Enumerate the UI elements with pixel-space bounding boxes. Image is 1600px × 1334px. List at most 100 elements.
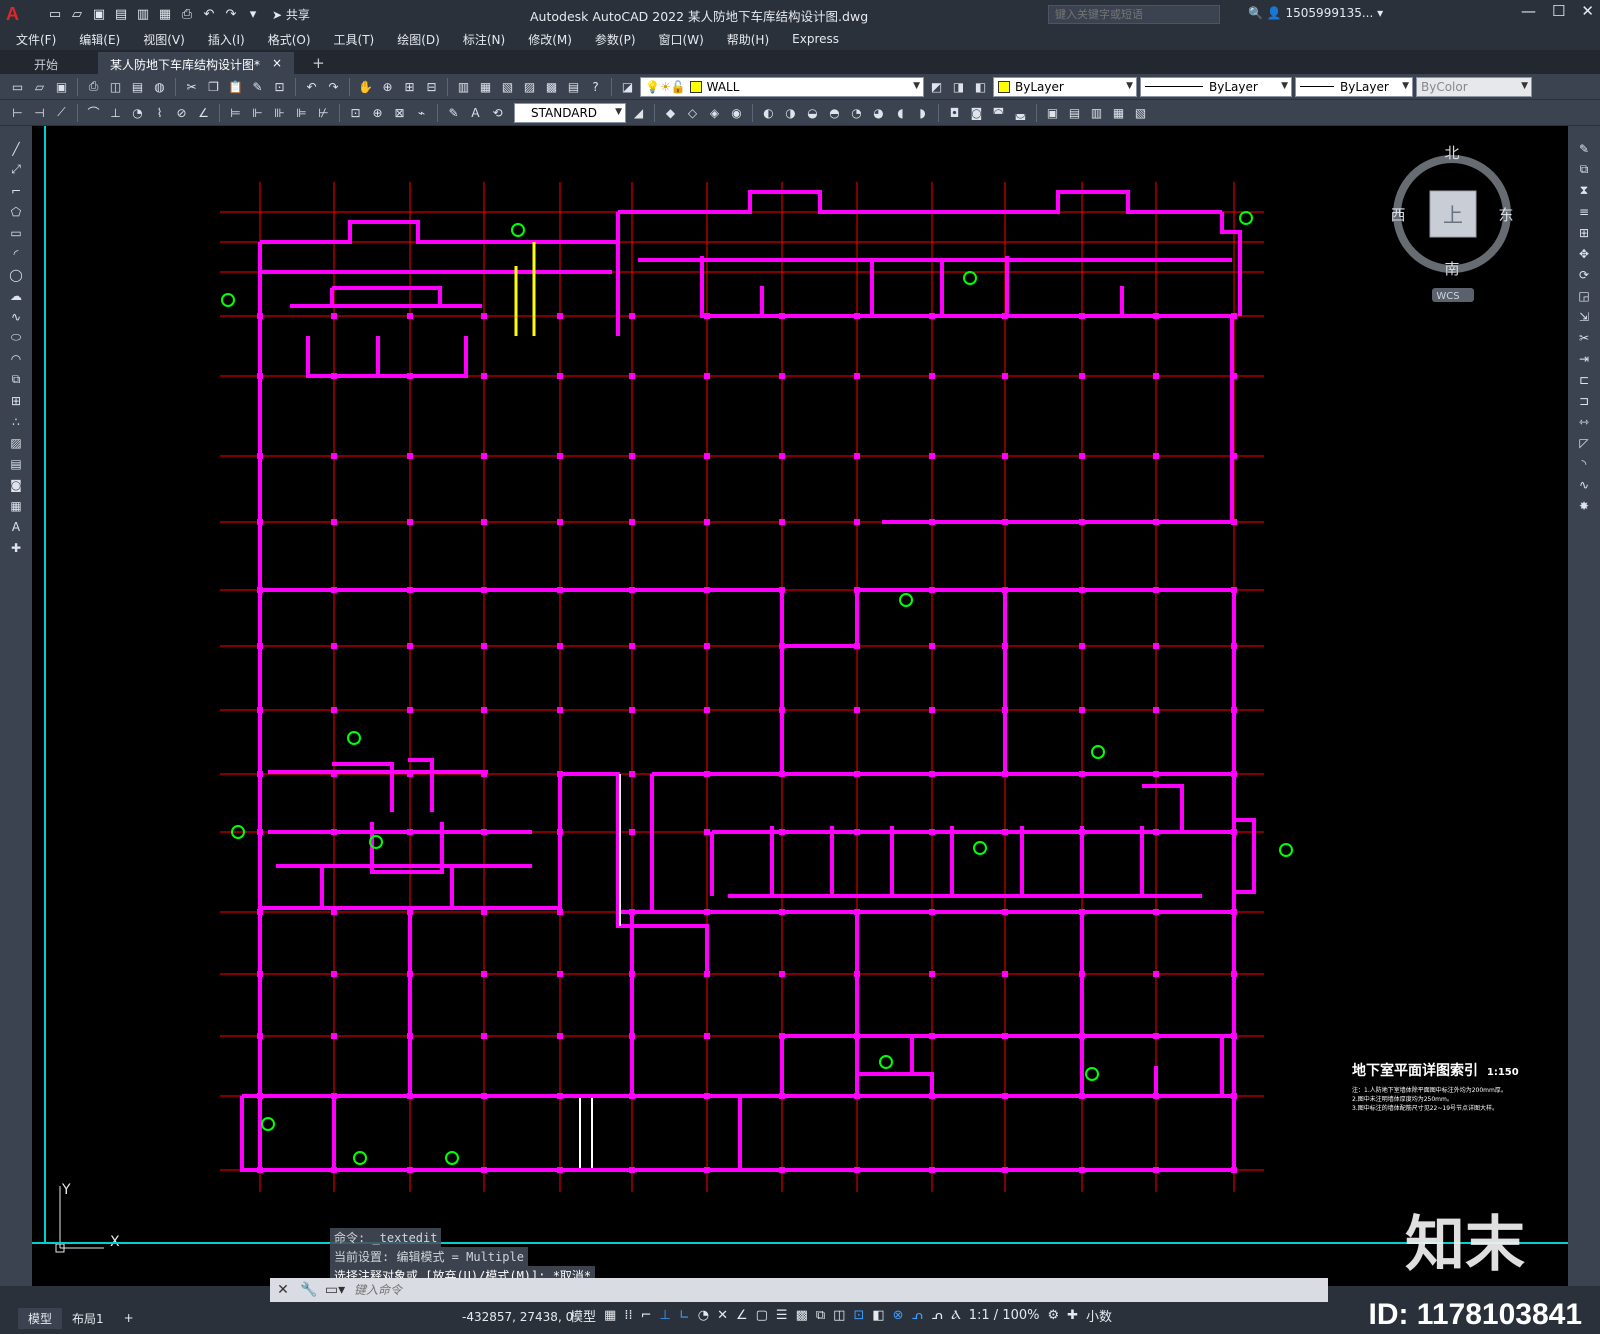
menu-view[interactable]: 视图(V) [143,31,185,48]
save-as-icon[interactable]: ▤ [112,5,130,23]
dynamic-ucs-icon[interactable]: ⊡ [853,1308,864,1323]
gradient-icon[interactable]: ▤ [5,455,27,472]
annotation-scale-icon[interactable]: Ⲁ [951,1308,960,1323]
close-icon[interactable]: ✕ [1581,2,1594,20]
publish-icon[interactable]: ▤ [128,77,147,96]
modify-mirror-icon[interactable]: ◐ [759,103,778,122]
offset-icon[interactable]: ≡ [1573,203,1595,220]
modify-chamfer-icon[interactable]: ◗ [913,103,932,122]
minimize-icon[interactable]: — [1521,2,1536,20]
erase-icon[interactable]: ✎ [1573,140,1595,157]
tab-layout1[interactable]: 布局1 [62,1308,114,1329]
quick-dim-icon[interactable]: ⊨ [226,103,245,122]
region-icon[interactable]: ◙ [5,476,27,493]
fillet-icon[interactable]: ◝ [1573,455,1595,472]
trim-icon[interactable]: ✂ [1573,329,1595,346]
angular-icon[interactable]: ∠ [194,103,213,122]
extend-icon[interactable]: ⇥ [1573,350,1595,367]
selection-filter-icon[interactable]: ◧ [872,1308,884,1323]
modify-trim-icon[interactable]: ◔ [847,103,866,122]
user-account[interactable]: 🔍 👤 1505999135... ▾ [1248,6,1383,20]
lineweight-dropdown[interactable]: ByLayer ▼ [1295,76,1413,97]
color-dropdown[interactable]: ByLayer ▼ [993,76,1137,97]
arc-icon[interactable]: ◜ [5,245,27,262]
units-value[interactable]: 小数 [1086,1306,1112,1325]
dim-update-icon[interactable]: ⟲ [488,103,507,122]
new-icon[interactable]: ▭ [8,77,27,96]
jogged-icon[interactable]: ⌇ [150,103,169,122]
make-block-icon[interactable]: ⊞ [5,392,27,409]
redo-icon[interactable]: ↷ [324,77,343,96]
xref-icon[interactable]: ▦ [1109,103,1128,122]
markup-icon[interactable]: ▩ [542,77,561,96]
modify-copy-icon[interactable]: ◇ [683,103,702,122]
arc-length-icon[interactable]: ⌒ [84,103,103,122]
osnap-track-icon[interactable]: ∠ [736,1308,748,1323]
polygon-icon[interactable]: ⬠ [5,203,27,220]
layer-dropdown[interactable]: 💡☀🔓 WALL ▼ [640,76,924,97]
ordinate-icon[interactable]: ⊥ [106,103,125,122]
join-icon[interactable]: ⇿ [1573,413,1595,430]
snap-icon[interactable]: ⁞⁞ [624,1308,632,1323]
center-mark-icon[interactable]: ⊕ [368,103,387,122]
radius-icon[interactable]: ◔ [128,103,147,122]
gizmo-icon[interactable]: ⊗ [893,1308,904,1323]
customize-command-icon[interactable]: 🔧 [296,1282,322,1298]
tab-drawing[interactable]: 某人防地下车库结构设计图* × [98,52,295,74]
sheet-set-icon[interactable]: ▨ [520,77,539,96]
infer-icon[interactable]: ⌐ [641,1308,652,1323]
tool-palettes-icon[interactable]: ▧ [498,77,517,96]
lineweight-icon[interactable]: ☰ [776,1308,788,1323]
redo-icon[interactable]: ↷ [222,5,240,23]
diameter-icon[interactable]: ⊘ [172,103,191,122]
3d-print-icon[interactable]: ◍ [150,77,169,96]
compass-west[interactable]: 西 [1392,206,1406,224]
inspect-icon[interactable]: ⊠ [390,103,409,122]
render-icon[interactable]: ◘ [945,103,964,122]
modify-extend-icon[interactable]: ◕ [869,103,888,122]
annotation-monitor-icon[interactable]: ✚ [1067,1308,1078,1323]
pan-icon[interactable]: ✋ [356,77,375,96]
share-button[interactable]: ➤ 共享 [272,6,310,23]
layer-state-icon[interactable]: ◧ [971,77,990,96]
open-icon[interactable]: ▱ [30,77,49,96]
menu-window[interactable]: 窗口(W) [659,31,704,48]
undo-icon[interactable]: ↶ [302,77,321,96]
insert-icon[interactable]: ▤ [1065,103,1084,122]
grid-icon[interactable]: ▦ [604,1308,616,1323]
ellipse-icon[interactable]: ⬭ [5,329,27,346]
paste-icon[interactable]: 📋 [226,77,245,96]
zoom-window-icon[interactable]: ⊞ [400,77,419,96]
autocad-logo[interactable]: A [6,3,32,25]
block-editor-icon[interactable]: ⊡ [270,77,289,96]
compass-south[interactable]: 南 [1444,260,1459,278]
aligned-dimension-icon[interactable]: ⟋ [52,103,71,122]
stretch-icon[interactable]: ⇲ [1573,308,1595,325]
revision-cloud-icon[interactable]: ☁ [5,287,27,304]
continue-icon[interactable]: ⊪ [270,103,289,122]
menu-modify[interactable]: 修改(M) [528,31,572,48]
dimstyle-dropdown[interactable]: STANDARD ▼ [514,102,626,123]
compass-north[interactable]: 北 [1444,144,1459,162]
model-space-button[interactable]: 模型 [570,1306,596,1325]
blend-icon[interactable]: ∿ [1573,476,1595,493]
search-input[interactable] [1048,5,1220,24]
ole-icon[interactable]: ▧ [1131,103,1150,122]
rectangle-icon[interactable]: ▭ [5,224,27,241]
menu-edit[interactable]: 编辑(E) [79,31,120,48]
mirror-icon[interactable]: ⧗ [1573,182,1595,199]
menu-draw[interactable]: 绘图(D) [397,31,440,48]
plotstyle-dropdown[interactable]: ByColor ▼ [1416,76,1532,97]
preview-icon[interactable]: ◫ [106,77,125,96]
line-icon[interactable]: ╱ [5,140,27,157]
design-center-icon[interactable]: ▦ [476,77,495,96]
drawing-canvas[interactable]: 上 北 南 东 西 WCS 地下室平面详图索引 1:150 注：1.人防地下室墙… [32,126,1568,1286]
linetype-dropdown[interactable]: ByLayer ▼ [1140,76,1292,97]
explode-icon[interactable]: ✸ [1573,497,1595,514]
dynamic-input-icon[interactable]: ⊥ [659,1308,670,1323]
modify-stretch-icon[interactable]: ◈ [705,103,724,122]
modify-scale-icon[interactable]: ◑ [781,103,800,122]
ortho-icon[interactable]: ∟ [679,1308,690,1323]
hatch-icon[interactable]: ▨ [5,434,27,451]
menu-dimension[interactable]: 标注(N) [463,31,505,48]
